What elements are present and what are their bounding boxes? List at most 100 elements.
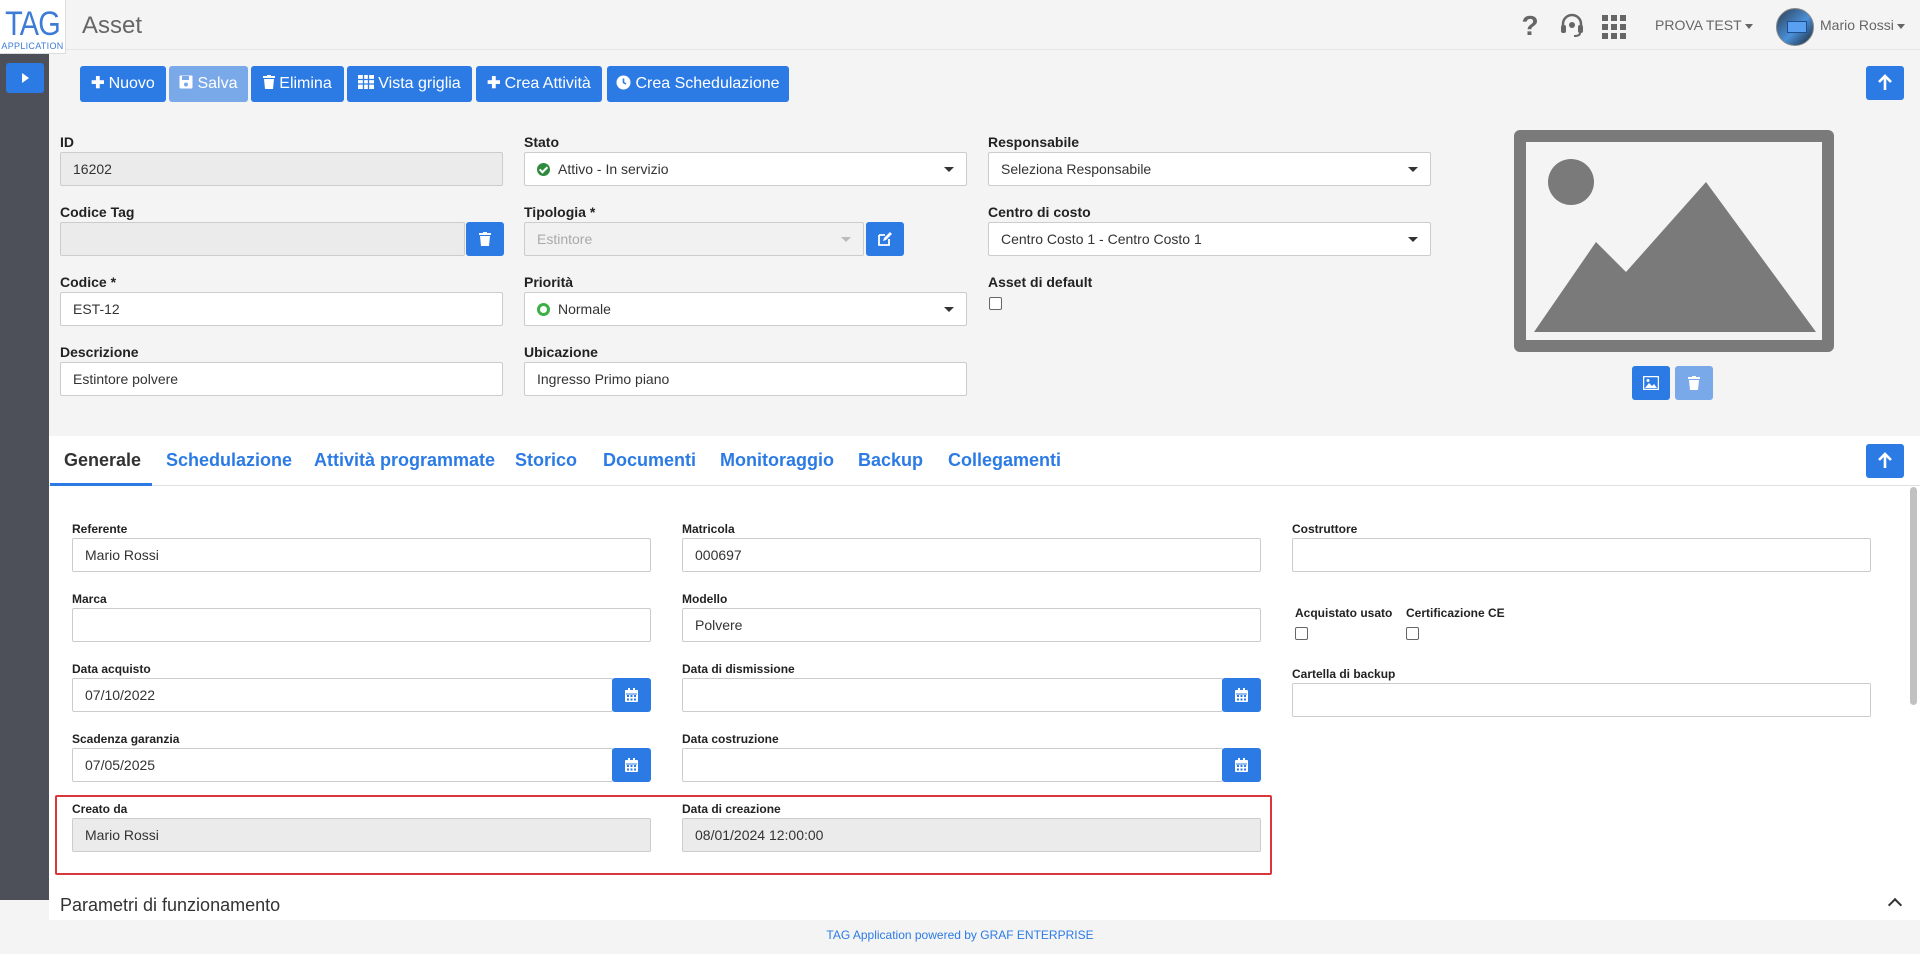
- modello-input[interactable]: Polvere: [682, 608, 1261, 642]
- priorita-label: Priorità: [524, 274, 574, 290]
- asset-default-checkbox[interactable]: [989, 297, 1002, 310]
- scrollbar[interactable]: [1910, 487, 1917, 705]
- chevron-down-icon: [944, 307, 954, 312]
- descrizione-label: Descrizione: [60, 344, 139, 360]
- id-label: ID: [60, 134, 74, 150]
- logo-subtext: APPLICATION: [1, 41, 64, 51]
- priorita-select[interactable]: Normale: [524, 292, 967, 326]
- asset-image-placeholder: [1514, 130, 1834, 352]
- ubicazione-label: Ubicazione: [524, 344, 598, 360]
- cartella-backup-input[interactable]: [1292, 683, 1871, 717]
- tab-documenti[interactable]: Documenti: [603, 450, 696, 471]
- data-costruzione-label: Data costruzione: [682, 732, 779, 746]
- chevron-down-icon: [1896, 23, 1905, 29]
- chevron-down-icon: [944, 167, 954, 172]
- table-icon: [358, 75, 375, 92]
- matricola-input[interactable]: 000697: [682, 538, 1261, 572]
- create-schedule-button[interactable]: Crea Schedulazione: [607, 66, 789, 102]
- edit-tipologia-button[interactable]: [866, 222, 904, 256]
- scadenza-garanzia-input[interactable]: 07/05/2025: [72, 748, 613, 782]
- sidebar-toggle-button[interactable]: [6, 63, 44, 93]
- plus-icon: ✚: [487, 75, 501, 92]
- codice-input[interactable]: EST-12: [60, 292, 503, 326]
- tabs-divider: [49, 485, 1920, 486]
- data-acquisto-label: Data acquisto: [72, 662, 151, 676]
- data-dismissione-label: Data di dismissione: [682, 662, 795, 676]
- calendar-button[interactable]: [612, 748, 651, 782]
- matricola-label: Matricola: [682, 522, 735, 536]
- data-dismissione-input[interactable]: [682, 678, 1223, 712]
- costruttore-input[interactable]: [1292, 538, 1871, 572]
- headset-icon[interactable]: [1558, 12, 1586, 40]
- cartella-backup-label: Cartella di backup: [1292, 667, 1396, 681]
- check-circle-icon: [537, 163, 550, 176]
- ubicazione-input[interactable]: Ingresso Primo piano: [524, 362, 967, 396]
- acquistato-usato-checkbox[interactable]: [1295, 627, 1308, 640]
- trash-icon: [1688, 376, 1700, 390]
- tab-backup[interactable]: Backup: [858, 450, 923, 471]
- app-logo[interactable]: TAG APPLICATION: [0, 0, 66, 54]
- calendar-button[interactable]: [1222, 748, 1261, 782]
- clear-tag-button[interactable]: [466, 222, 504, 256]
- trash-icon: [263, 75, 276, 92]
- delete-image-button[interactable]: [1675, 366, 1713, 400]
- certificazione-ce-label: Certificazione CE: [1406, 606, 1505, 620]
- plus-icon: ✚: [91, 75, 105, 92]
- top-bar: [0, 0, 1920, 50]
- caret-right-icon: [21, 73, 29, 83]
- create-activity-button[interactable]: ✚ Crea Attività: [476, 66, 602, 102]
- user-menu[interactable]: Mario Rossi: [1820, 17, 1905, 33]
- acquistato-usato-label: Acquistato usato: [1295, 606, 1393, 620]
- highlight-box: [55, 795, 1272, 875]
- asset-default-label: Asset di default: [988, 274, 1093, 290]
- save-button-label: Salva: [197, 75, 238, 92]
- grid-view-button[interactable]: Vista griglia: [347, 66, 472, 102]
- calendar-button[interactable]: [1222, 678, 1261, 712]
- stato-select[interactable]: Attivo - In servizio: [524, 152, 967, 186]
- parametri-section-title[interactable]: Parametri di funzionamento: [60, 895, 280, 916]
- referente-input[interactable]: Mario Rossi: [72, 538, 651, 572]
- upload-image-button[interactable]: [1632, 366, 1670, 400]
- tab-schedulazione[interactable]: Schedulazione: [166, 450, 292, 471]
- marca-input[interactable]: [72, 608, 651, 642]
- circle-icon: [537, 303, 550, 316]
- calendar-icon: [625, 758, 638, 772]
- data-costruzione-input[interactable]: [682, 748, 1223, 782]
- edit-icon: [878, 232, 892, 246]
- tab-collegamenti[interactable]: Collegamenti: [948, 450, 1061, 471]
- delete-button[interactable]: Elimina: [251, 66, 344, 102]
- avatar[interactable]: [1776, 8, 1814, 46]
- apps-grid-icon[interactable]: [1602, 15, 1626, 39]
- save-button[interactable]: Salva: [169, 66, 248, 102]
- scroll-top-button[interactable]: [1866, 444, 1904, 478]
- delete-button-label: Elimina: [279, 75, 332, 92]
- data-acquisto-input[interactable]: 07/10/2022: [72, 678, 613, 712]
- grid-view-button-label: Vista griglia: [378, 75, 461, 92]
- calendar-button[interactable]: [612, 678, 651, 712]
- modello-label: Modello: [682, 592, 728, 606]
- arrow-up-icon: [1878, 452, 1892, 468]
- codice-tag-field[interactable]: [60, 222, 465, 256]
- centro-costo-select[interactable]: Centro Costo 1 - Centro Costo 1: [988, 222, 1431, 256]
- company-menu[interactable]: PROVA TEST: [1655, 17, 1753, 33]
- tab-monitoraggio[interactable]: Monitoraggio: [720, 450, 834, 471]
- tab-attivita-programmate[interactable]: Attività programmate: [314, 450, 495, 471]
- costruttore-label: Costruttore: [1292, 522, 1358, 536]
- certificazione-ce-checkbox[interactable]: [1406, 627, 1419, 640]
- tab-storico[interactable]: Storico: [515, 450, 577, 471]
- stato-label: Stato: [524, 134, 559, 150]
- clock-icon: [616, 75, 631, 92]
- calendar-icon: [1235, 758, 1248, 772]
- chevron-down-icon: [1744, 23, 1753, 29]
- sidebar: [0, 54, 49, 900]
- scroll-top-button[interactable]: [1866, 66, 1904, 100]
- question-icon[interactable]: ?: [1516, 12, 1544, 40]
- tipologia-value: Estintore: [537, 231, 593, 247]
- responsabile-value: Seleziona Responsabile: [1001, 161, 1152, 177]
- create-activity-button-label: Crea Attività: [504, 75, 591, 92]
- tab-generale[interactable]: Generale: [64, 450, 141, 471]
- scadenza-garanzia-label: Scadenza garanzia: [72, 732, 180, 746]
- responsabile-select[interactable]: Seleziona Responsabile: [988, 152, 1431, 186]
- descrizione-input[interactable]: Estintore polvere: [60, 362, 503, 396]
- new-button[interactable]: ✚ Nuovo: [80, 66, 166, 102]
